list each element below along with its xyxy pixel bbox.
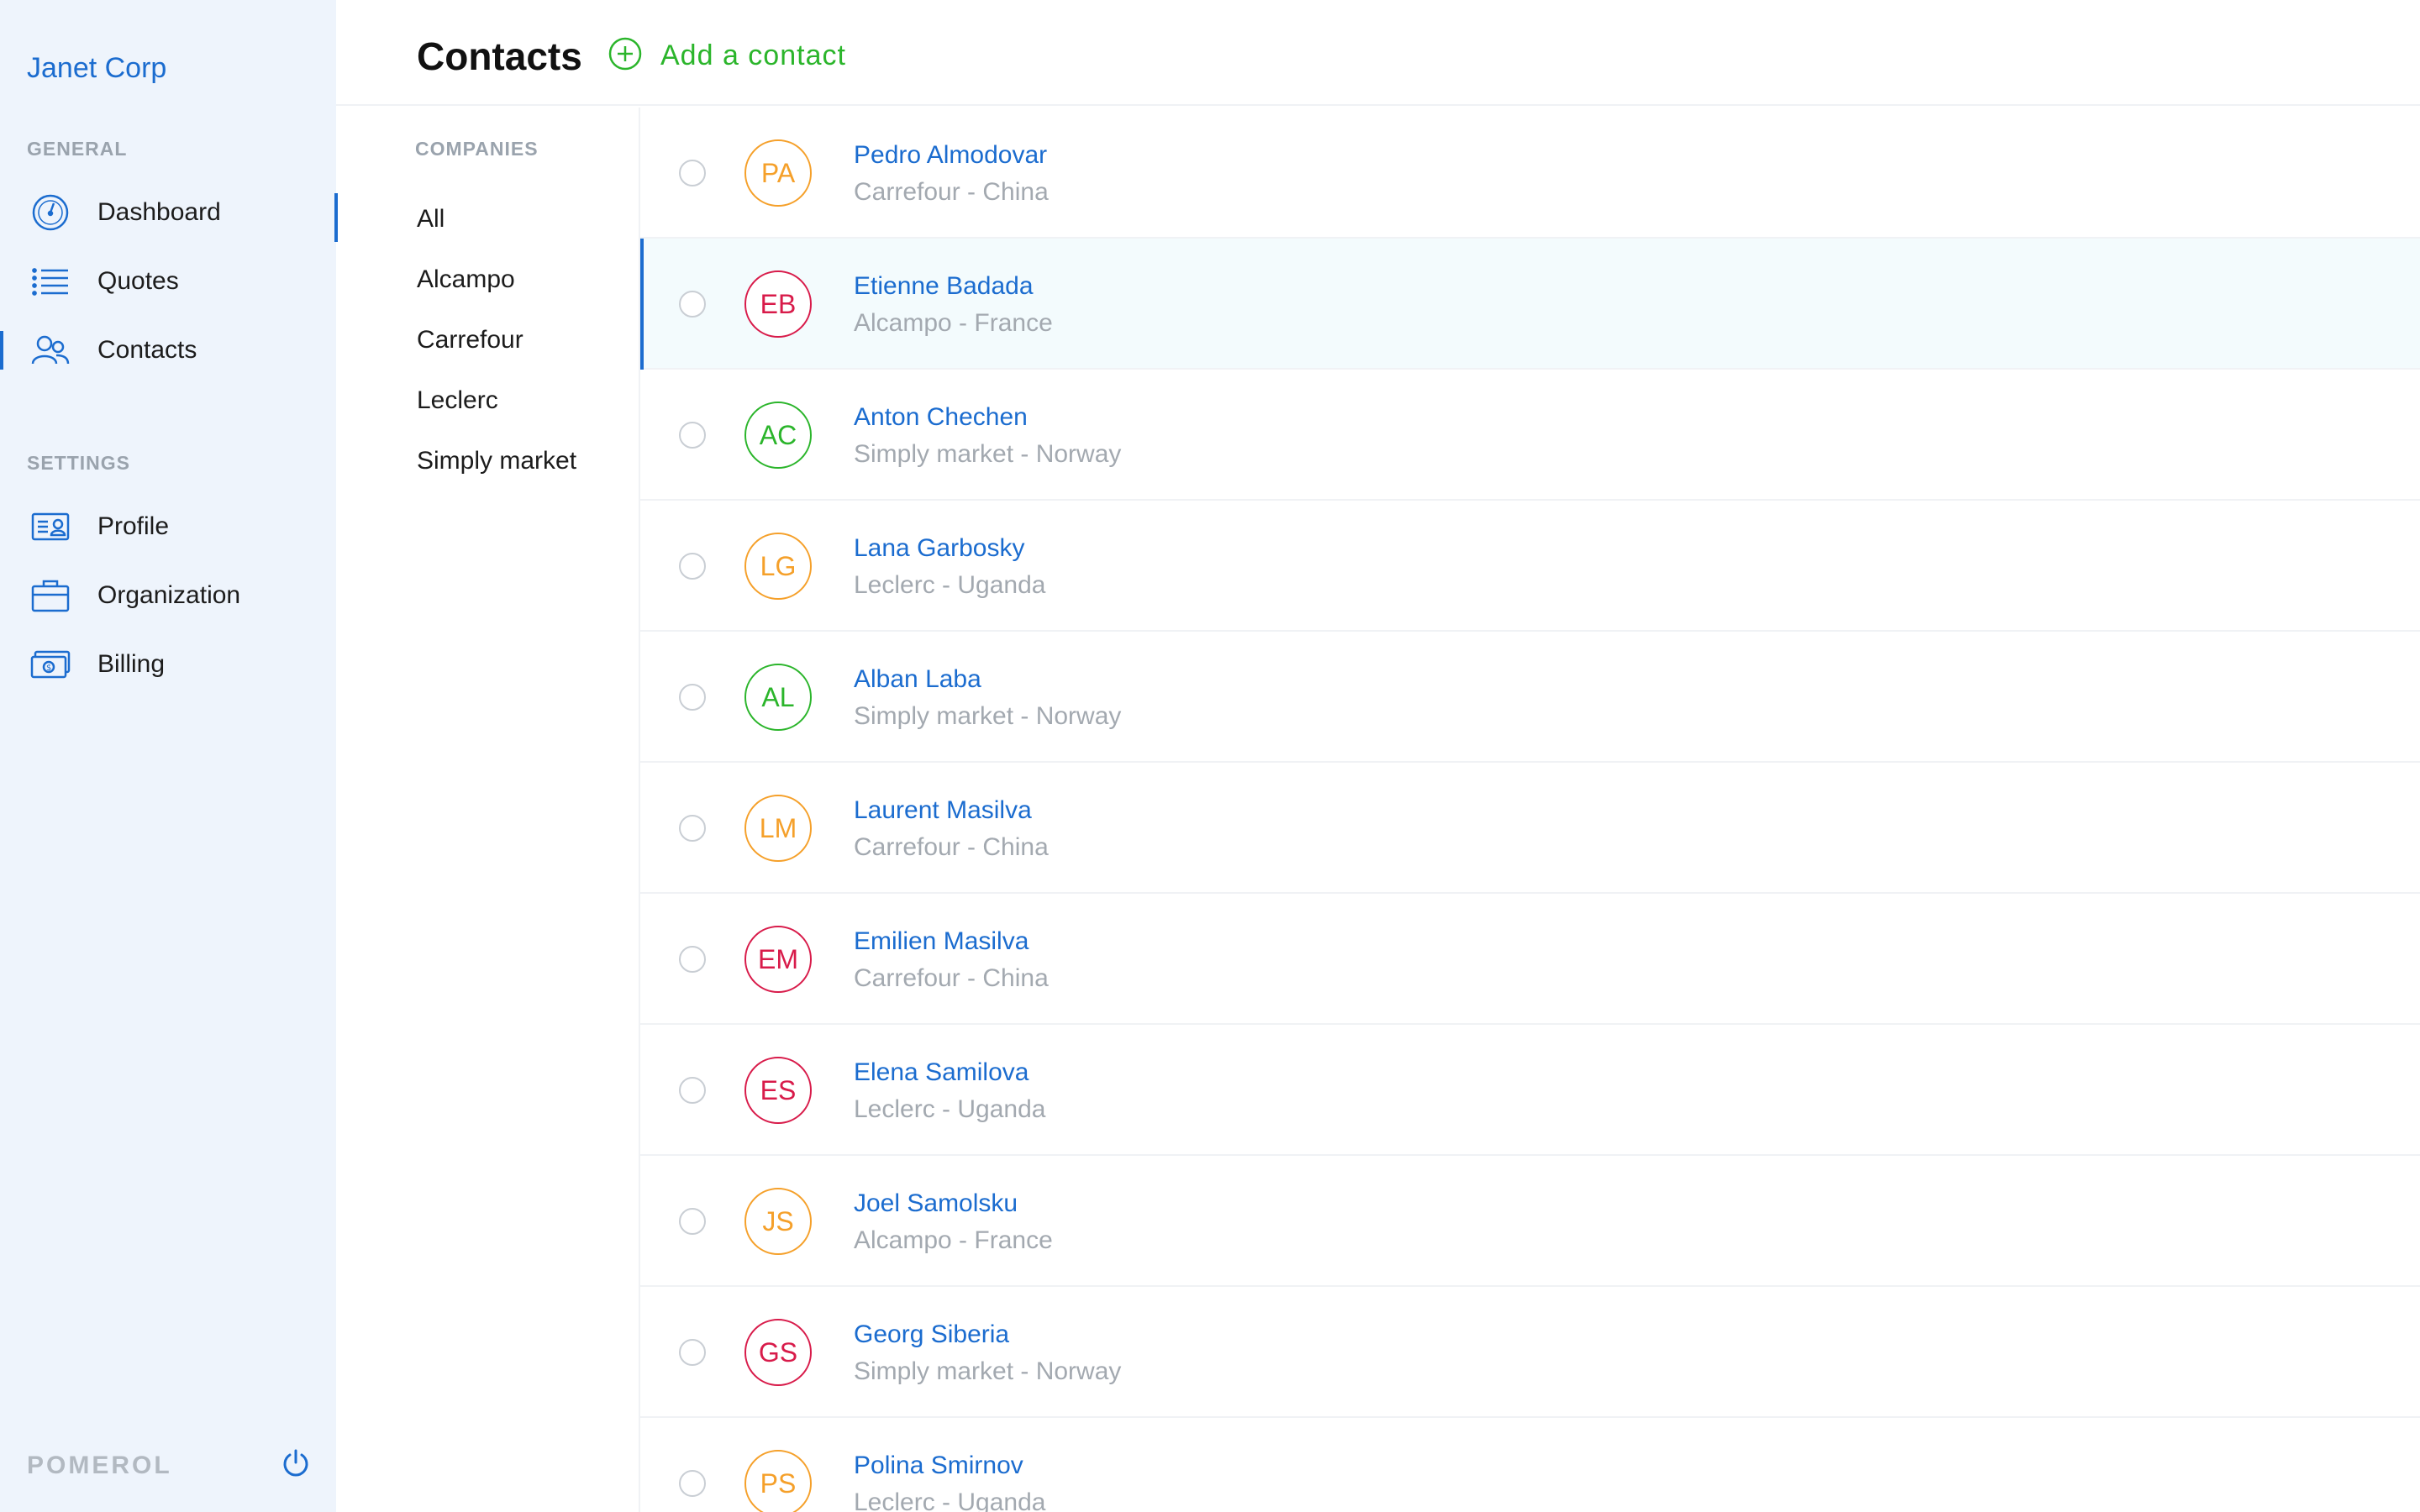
- contact-company-country: Simply market - Norway: [854, 440, 1122, 468]
- company-filter-simply-market[interactable]: Simply market: [417, 447, 576, 475]
- select-radio[interactable]: [679, 1470, 706, 1497]
- contact-row[interactable]: PA Pedro Almodovar Carrefour - China: [640, 108, 2420, 239]
- section-label-general: GENERAL: [27, 138, 128, 160]
- avatar: PA: [744, 139, 812, 207]
- select-radio[interactable]: [679, 815, 706, 842]
- add-contact-label: Add a contact: [660, 39, 846, 71]
- company-filter-leclerc[interactable]: Leclerc: [417, 386, 498, 415]
- contact-row[interactable]: AL Alban Laba Simply market - Norway: [640, 632, 2420, 763]
- sidebar: Janet Corp GENERAL Dashboard Quotes Cont…: [0, 0, 338, 1512]
- contact-row[interactable]: ES Elena Samilova Leclerc - Uganda: [640, 1025, 2420, 1156]
- select-radio[interactable]: [679, 553, 706, 580]
- select-radio[interactable]: [679, 684, 706, 711]
- sidebar-item-profile[interactable]: Profile: [0, 497, 336, 556]
- avatar: AL: [744, 664, 812, 731]
- contact-company-country: Simply market - Norway: [854, 702, 1122, 730]
- money-icon: $: [30, 644, 71, 685]
- contact-row[interactable]: GS Georg Siberia Simply market - Norway: [640, 1287, 2420, 1418]
- avatar: LM: [744, 795, 812, 862]
- select-radio[interactable]: [679, 1077, 706, 1104]
- contact-name[interactable]: Etienne Badada: [854, 272, 1034, 301]
- contact-row[interactable]: LG Lana Garbosky Leclerc - Uganda: [640, 501, 2420, 632]
- contact-company-country: Carrefour - China: [854, 178, 1049, 206]
- companies-label: COMPANIES: [415, 138, 539, 160]
- contact-row[interactable]: EB Etienne Badada Alcampo - France: [640, 239, 2420, 370]
- select-radio[interactable]: [679, 1339, 706, 1366]
- avatar: EB: [744, 270, 812, 338]
- avatar: LG: [744, 533, 812, 600]
- contact-company-country: Carrefour - China: [854, 833, 1049, 861]
- contact-name[interactable]: Polina Smirnov: [854, 1452, 1023, 1480]
- contact-company-country: Leclerc - Uganda: [854, 571, 1046, 599]
- sidebar-item-organization[interactable]: Organization: [0, 566, 336, 625]
- svg-text:$: $: [46, 664, 51, 673]
- avatar: JS: [744, 1188, 812, 1255]
- avatar: GS: [744, 1319, 812, 1386]
- contact-name[interactable]: Alban Laba: [854, 665, 981, 694]
- contact-name[interactable]: Joel Samolsku: [854, 1189, 1018, 1218]
- contact-name[interactable]: Georg Siberia: [854, 1320, 1009, 1349]
- contact-company-country: Alcampo - France: [854, 1226, 1053, 1254]
- select-radio[interactable]: [679, 160, 706, 186]
- sidebar-item-label: Contacts: [97, 336, 197, 364]
- company-filter-carrefour[interactable]: Carrefour: [417, 326, 523, 354]
- app: Janet Corp GENERAL Dashboard Quotes Cont…: [0, 0, 2420, 1512]
- contact-company-country: Leclerc - Uganda: [854, 1488, 1046, 1512]
- contact-row[interactable]: LM Laurent Masilva Carrefour - China: [640, 763, 2420, 894]
- users-icon: [30, 330, 71, 370]
- page-header: Contacts Add a contact: [336, 0, 2420, 106]
- power-icon[interactable]: [281, 1448, 311, 1478]
- company-filter-all[interactable]: All: [417, 205, 445, 234]
- contact-name[interactable]: Laurent Masilva: [854, 796, 1032, 825]
- contact-row[interactable]: JS Joel Samolsku Alcampo - France: [640, 1156, 2420, 1287]
- contact-name[interactable]: Emilien Masilva: [854, 927, 1028, 956]
- contact-row[interactable]: EM Emilien Masilva Carrefour - China: [640, 894, 2420, 1025]
- select-radio[interactable]: [679, 422, 706, 449]
- section-label-settings: SETTINGS: [27, 452, 131, 474]
- select-radio[interactable]: [679, 1208, 706, 1235]
- briefcase-icon: [30, 575, 71, 616]
- avatar: EM: [744, 926, 812, 993]
- footer-brand: POMEROL: [27, 1452, 172, 1479]
- contact-company-country: Simply market - Norway: [854, 1357, 1122, 1385]
- avatar: PS: [744, 1450, 812, 1512]
- contact-name[interactable]: Lana Garbosky: [854, 534, 1024, 563]
- contact-company-country: Alcampo - France: [854, 309, 1053, 337]
- sidebar-item-dashboard[interactable]: Dashboard: [0, 183, 336, 242]
- company-filter-alcampo[interactable]: Alcampo: [417, 265, 515, 294]
- contacts-list: PA Pedro Almodovar Carrefour - China EB …: [640, 108, 2420, 1512]
- sidebar-item-label: Billing: [97, 650, 166, 678]
- select-radio[interactable]: [679, 946, 706, 973]
- avatar: ES: [744, 1057, 812, 1124]
- sidebar-item-label: Profile: [97, 512, 170, 540]
- contact-row[interactable]: PS Polina Smirnov Leclerc - Uganda: [640, 1418, 2420, 1512]
- sidebar-item-billing[interactable]: $ Billing: [0, 635, 336, 694]
- brand-name[interactable]: Janet Corp: [27, 52, 166, 85]
- sidebar-item-label: Dashboard: [97, 198, 221, 226]
- dashboard-icon: [30, 192, 71, 233]
- sidebar-item-label: Quotes: [97, 267, 179, 295]
- add-contact-button[interactable]: Add a contact: [608, 37, 846, 75]
- page-title: Contacts: [417, 34, 582, 78]
- sidebar-item-quotes[interactable]: Quotes: [0, 252, 336, 311]
- contact-company-country: Leclerc - Uganda: [854, 1095, 1046, 1123]
- id-card-icon: [30, 507, 71, 547]
- contact-name[interactable]: Pedro Almodovar: [854, 141, 1047, 170]
- avatar: AC: [744, 402, 812, 469]
- contact-name[interactable]: Elena Samilova: [854, 1058, 1028, 1087]
- companies-filter: COMPANIES All Alcampo Carrefour Leclerc …: [336, 108, 640, 1512]
- sidebar-item-contacts[interactable]: Contacts: [0, 321, 336, 380]
- add-circle-icon: [608, 37, 642, 75]
- contact-row[interactable]: AC Anton Chechen Simply market - Norway: [640, 370, 2420, 501]
- contact-company-country: Carrefour - China: [854, 964, 1049, 992]
- select-radio[interactable]: [679, 291, 706, 318]
- sidebar-item-label: Organization: [97, 581, 241, 609]
- contact-name[interactable]: Anton Chechen: [854, 403, 1028, 432]
- list-icon: [30, 261, 71, 302]
